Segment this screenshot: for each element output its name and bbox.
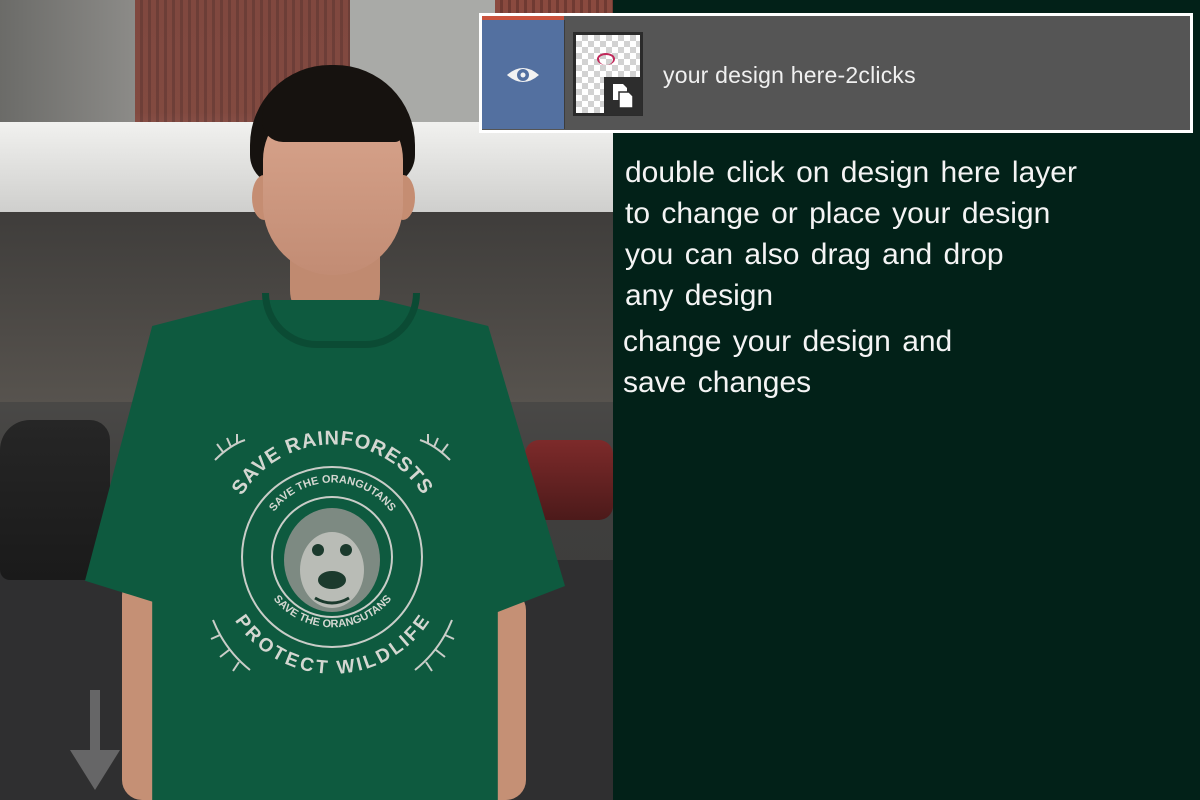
instruction-line: save changes: [623, 366, 812, 399]
layer-row-body[interactable]: your design here-2clicks: [482, 16, 1190, 130]
print-top-arc: SAVE RAINFORESTS: [228, 427, 437, 498]
instruction-line: you can also drag and drop: [625, 238, 1004, 271]
eye-icon[interactable]: [505, 64, 541, 86]
instruction-line: double click on design here layer: [625, 156, 1077, 189]
building-wall: [0, 0, 135, 130]
layer-row[interactable]: your design here-2clicks: [479, 13, 1193, 133]
instructions-block-2: change your design and save changes: [623, 321, 952, 403]
layer-name[interactable]: your design here-2clicks: [663, 62, 916, 89]
smart-object-badge: [604, 77, 642, 115]
svg-text:SAVE RAINFORESTS: SAVE RAINFORESTS: [228, 427, 438, 498]
instructions-block-1: double click on design here layer to cha…: [625, 152, 1077, 316]
smart-object-icon: [613, 84, 634, 109]
layer-thumbnail[interactable]: [573, 32, 643, 116]
design-preview-mark: [597, 53, 615, 65]
model-fringe: [262, 72, 402, 142]
shirt-print: SAVE RAINFORESTS SAVE THE ORANGUTANS SAV…: [210, 427, 455, 679]
instruction-line: any design: [625, 279, 774, 312]
instruction-line: change your design and: [623, 325, 953, 358]
orangutan-face-icon: [284, 508, 380, 612]
layer-visibility-toggle[interactable]: [482, 20, 565, 129]
instruction-line: to change or place your design: [625, 197, 1051, 230]
